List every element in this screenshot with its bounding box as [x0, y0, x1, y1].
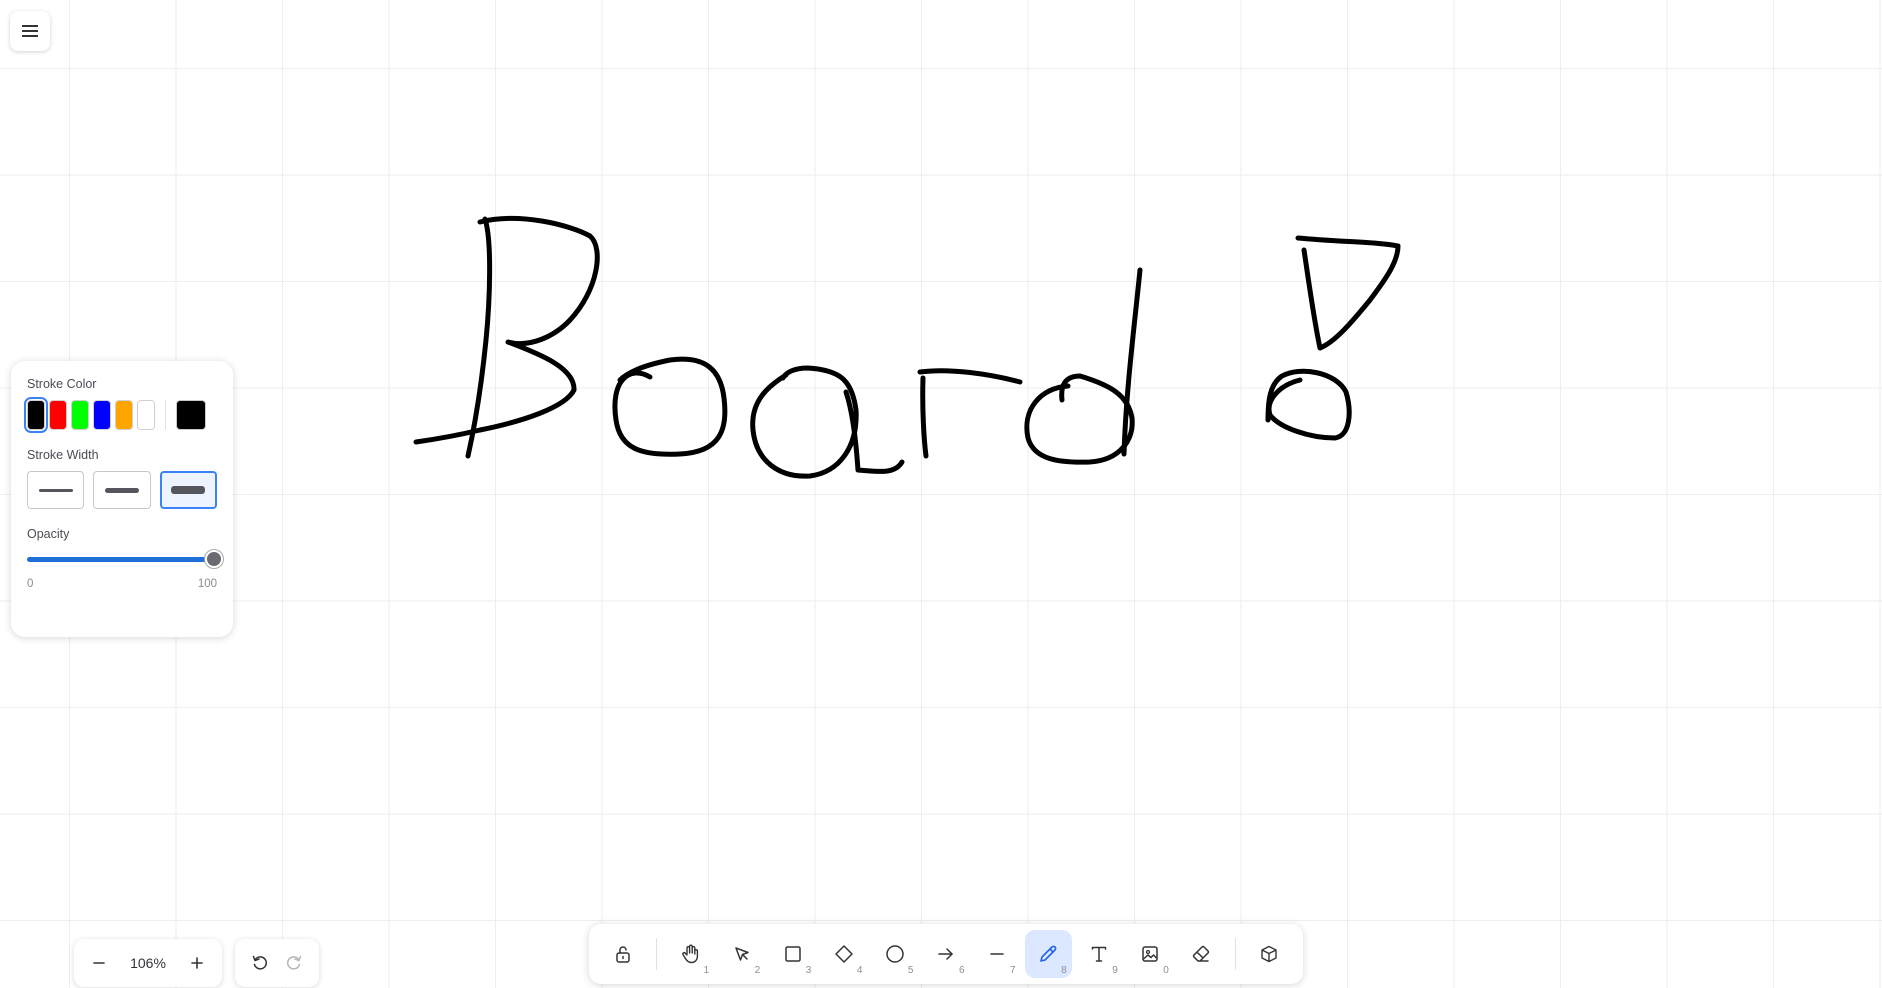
color-swatch[interactable]: [115, 400, 133, 430]
stroke-width-thick-button[interactable]: [159, 471, 217, 509]
drawing-canvas[interactable]: [0, 0, 1882, 988]
lock-tool-button[interactable]: [599, 930, 646, 978]
rectangle-tool-button[interactable]: 3: [769, 930, 816, 978]
color-swatch[interactable]: [71, 400, 89, 430]
shortcut-key: 9: [1112, 965, 1118, 976]
shortcut-key: 0: [1163, 965, 1169, 976]
zoom-level[interactable]: 106%: [130, 955, 166, 971]
history-controls: [235, 939, 319, 987]
opacity-min-label: 0: [27, 578, 34, 590]
unlock-icon: [615, 946, 630, 963]
diamond-tool-button[interactable]: 4: [820, 930, 867, 978]
cube-icon: [1261, 945, 1278, 963]
thin-line-icon: [38, 488, 73, 492]
toolbar-divider: [656, 938, 658, 970]
plus-icon: [191, 957, 203, 969]
opacity-slider-track: [27, 557, 217, 562]
square-icon: [785, 946, 801, 962]
shortcut-key: 4: [856, 965, 863, 976]
redo-button[interactable]: [280, 948, 308, 978]
style-panel: Stroke Color Stroke Width Opacity 0 100: [11, 361, 233, 637]
redo-icon: [286, 955, 302, 970]
opacity-max-label: 100: [197, 578, 217, 590]
zoom-out-button[interactable]: [84, 948, 114, 978]
stroke-width-medium-button[interactable]: [93, 471, 151, 509]
shortcut-key: 7: [1010, 965, 1016, 976]
line-tool-button[interactable]: 7: [974, 930, 1021, 978]
select-tool-button[interactable]: 2: [718, 930, 765, 978]
medium-line-icon: [104, 487, 139, 493]
stroke-width-thin-button[interactable]: [27, 471, 85, 509]
image-icon: [1142, 946, 1159, 962]
thick-line-icon: [171, 486, 206, 494]
minus-icon: [93, 962, 105, 964]
shortcut-key: 5: [907, 965, 914, 976]
stroke-width-label: Stroke Width: [27, 448, 99, 462]
line-icon: [990, 953, 1004, 955]
shortcut-key: 2: [754, 965, 761, 976]
zoom-in-button[interactable]: [182, 948, 212, 978]
undo-icon: [252, 955, 268, 970]
opacity-slider[interactable]: [27, 550, 223, 568]
color-swatches: [24, 397, 217, 433]
text-tool-button[interactable]: 9: [1076, 930, 1123, 978]
main-menu-button[interactable]: [10, 11, 50, 51]
shortcut-key: 1: [703, 965, 710, 976]
text-icon: [1091, 946, 1107, 962]
color-swatch[interactable]: [49, 400, 67, 430]
color-swatch[interactable]: [137, 400, 155, 430]
color-swatch[interactable]: [93, 400, 111, 430]
hand-icon: [681, 944, 698, 964]
custom-color-picker[interactable]: [176, 400, 206, 430]
hand-tool-button[interactable]: 1: [667, 930, 714, 978]
hamburger-icon: [22, 25, 38, 37]
ellipse-tool-button[interactable]: 5: [871, 930, 918, 978]
diamond-icon: [835, 945, 853, 963]
opacity-range-labels: 0 100: [27, 578, 217, 590]
circle-icon: [886, 945, 904, 963]
eraser-tool-button[interactable]: [1178, 930, 1225, 978]
pointer-icon: [734, 947, 749, 961]
image-tool-button[interactable]: 0: [1127, 930, 1174, 978]
toolbar-divider: [1234, 938, 1236, 970]
stroke-color-label: Stroke Color: [27, 377, 97, 391]
stroke-width-options: [27, 471, 217, 509]
shortcut-key: 3: [805, 965, 812, 976]
pencil-icon: [1040, 945, 1057, 962]
opacity-slider-thumb[interactable]: [205, 550, 223, 568]
3d-tool-button[interactable]: [1246, 930, 1293, 978]
arrow-tool-button[interactable]: 6: [922, 930, 969, 978]
tool-bar: 1 2 3 4 5 6 7 8 9 0: [589, 924, 1303, 984]
zoom-controls: 106%: [74, 939, 222, 987]
arrow-right-icon: [938, 948, 953, 960]
eraser-icon: [1193, 945, 1210, 962]
color-swatch[interactable]: [24, 397, 48, 433]
undo-button[interactable]: [246, 948, 274, 978]
opacity-label: Opacity: [27, 527, 70, 541]
swatch-divider: [165, 400, 166, 430]
pencil-tool-button[interactable]: 8: [1024, 930, 1072, 978]
shortcut-key: 8: [1061, 965, 1067, 976]
shortcut-key: 6: [958, 965, 965, 976]
